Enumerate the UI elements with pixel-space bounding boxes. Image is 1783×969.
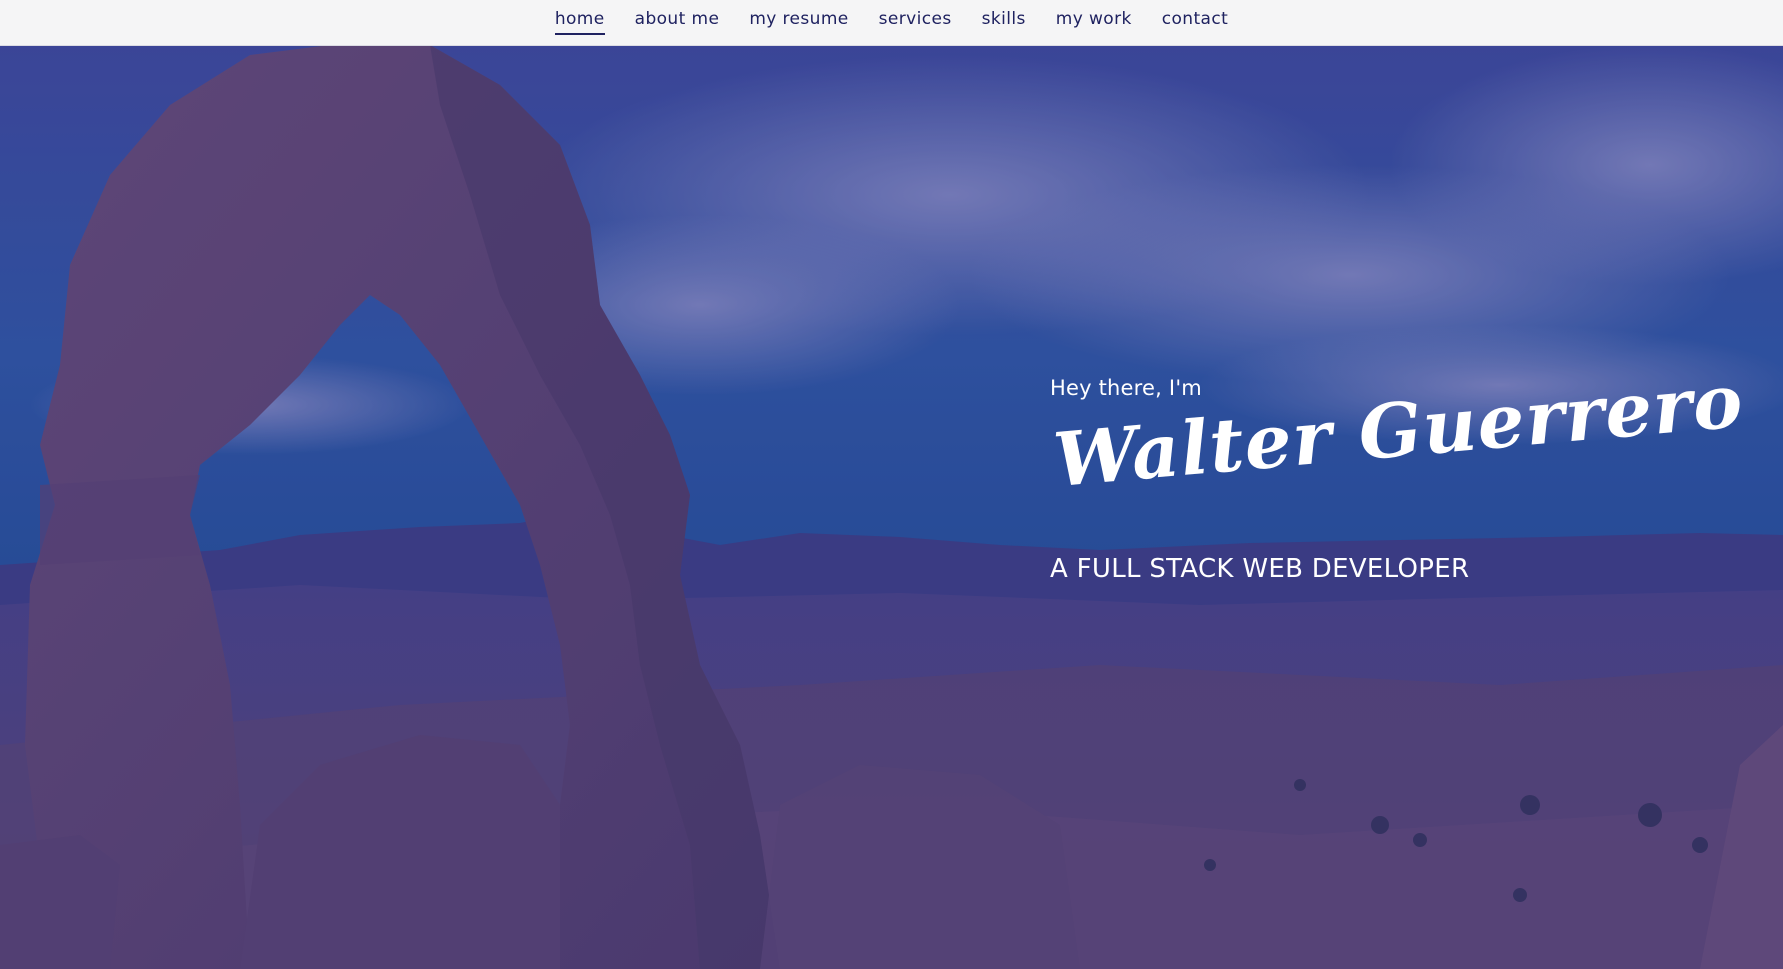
nav-item-home[interactable]: home (554, 0, 605, 35)
nav-menu: home about me my resume services skills … (0, 0, 1783, 45)
top-navbar: home about me my resume services skills … (0, 0, 1783, 46)
nav-item-services[interactable]: services (879, 0, 952, 33)
nav-item-contact[interactable]: contact (1162, 0, 1228, 33)
nav-item-skills[interactable]: skills (982, 0, 1026, 33)
nav-item-about-me[interactable]: about me (635, 0, 720, 33)
hero-background-image (0, 45, 1783, 969)
hero-role: A FULL STACK WEB DEVELOPER (1050, 554, 1470, 584)
nav-item-my-resume[interactable]: my resume (749, 0, 848, 33)
page: home about me my resume services skills … (0, 0, 1783, 969)
landscape-illustration (0, 45, 1783, 969)
nav-item-my-work[interactable]: my work (1056, 0, 1132, 33)
hero-greeting: Hey there, I'm (1050, 376, 1202, 400)
